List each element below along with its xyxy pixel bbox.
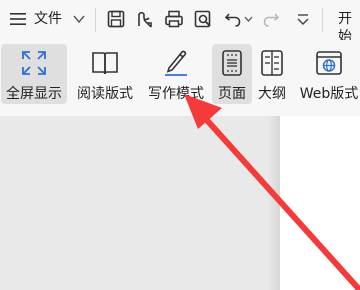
web-layout-button[interactable]: Web版式 [294,44,360,104]
writing-mode-label: 写作模式 [148,86,204,102]
divider [322,8,323,32]
reading-layout-icon [92,52,118,75]
writing-mode-icon [165,50,187,76]
fullscreen-button[interactable]: 全屏显示 [1,44,67,104]
view-ribbon: 全屏显示 阅读版式 写作模式 页面 大纲 Web版式 [0,40,360,116]
chevron-down-icon[interactable] [73,14,85,24]
hamburger-menu-icon[interactable] [9,11,27,27]
file-menu-label[interactable]: 文件 [34,10,62,28]
divider [95,8,96,32]
undo-dropdown-icon[interactable] [244,15,253,23]
outline-button[interactable]: 大纲 [254,44,290,104]
more-options-icon[interactable] [293,9,313,29]
redo-icon[interactable] [261,9,281,29]
fullscreen-icon [22,51,46,75]
document-area [0,116,360,290]
export-icon[interactable] [135,9,155,29]
reading-layout-label: 阅读版式 [77,86,133,102]
print-preview-icon[interactable] [193,9,213,29]
outline-label: 大纲 [258,86,286,102]
page-view-button[interactable]: 页面 [212,44,252,104]
outline-icon [261,50,283,76]
app-window: 文件 开始 全屏显示 阅读版式 写作模式 页面 大纲 Web版式 [0,0,360,290]
print-icon[interactable] [164,9,184,29]
document-page[interactable] [280,116,360,290]
page-view-icon [222,50,242,76]
menu-bar: 文件 开始 [0,0,360,45]
web-layout-icon [316,51,342,75]
web-layout-label: Web版式 [299,86,359,102]
writing-mode-button[interactable]: 写作模式 [143,44,209,104]
page-shadow [268,116,280,290]
undo-icon[interactable] [223,9,243,29]
page-view-label: 页面 [218,86,246,102]
fullscreen-label: 全屏显示 [6,86,62,102]
reading-layout-button[interactable]: 阅读版式 [72,44,138,104]
save-icon[interactable] [106,9,126,29]
